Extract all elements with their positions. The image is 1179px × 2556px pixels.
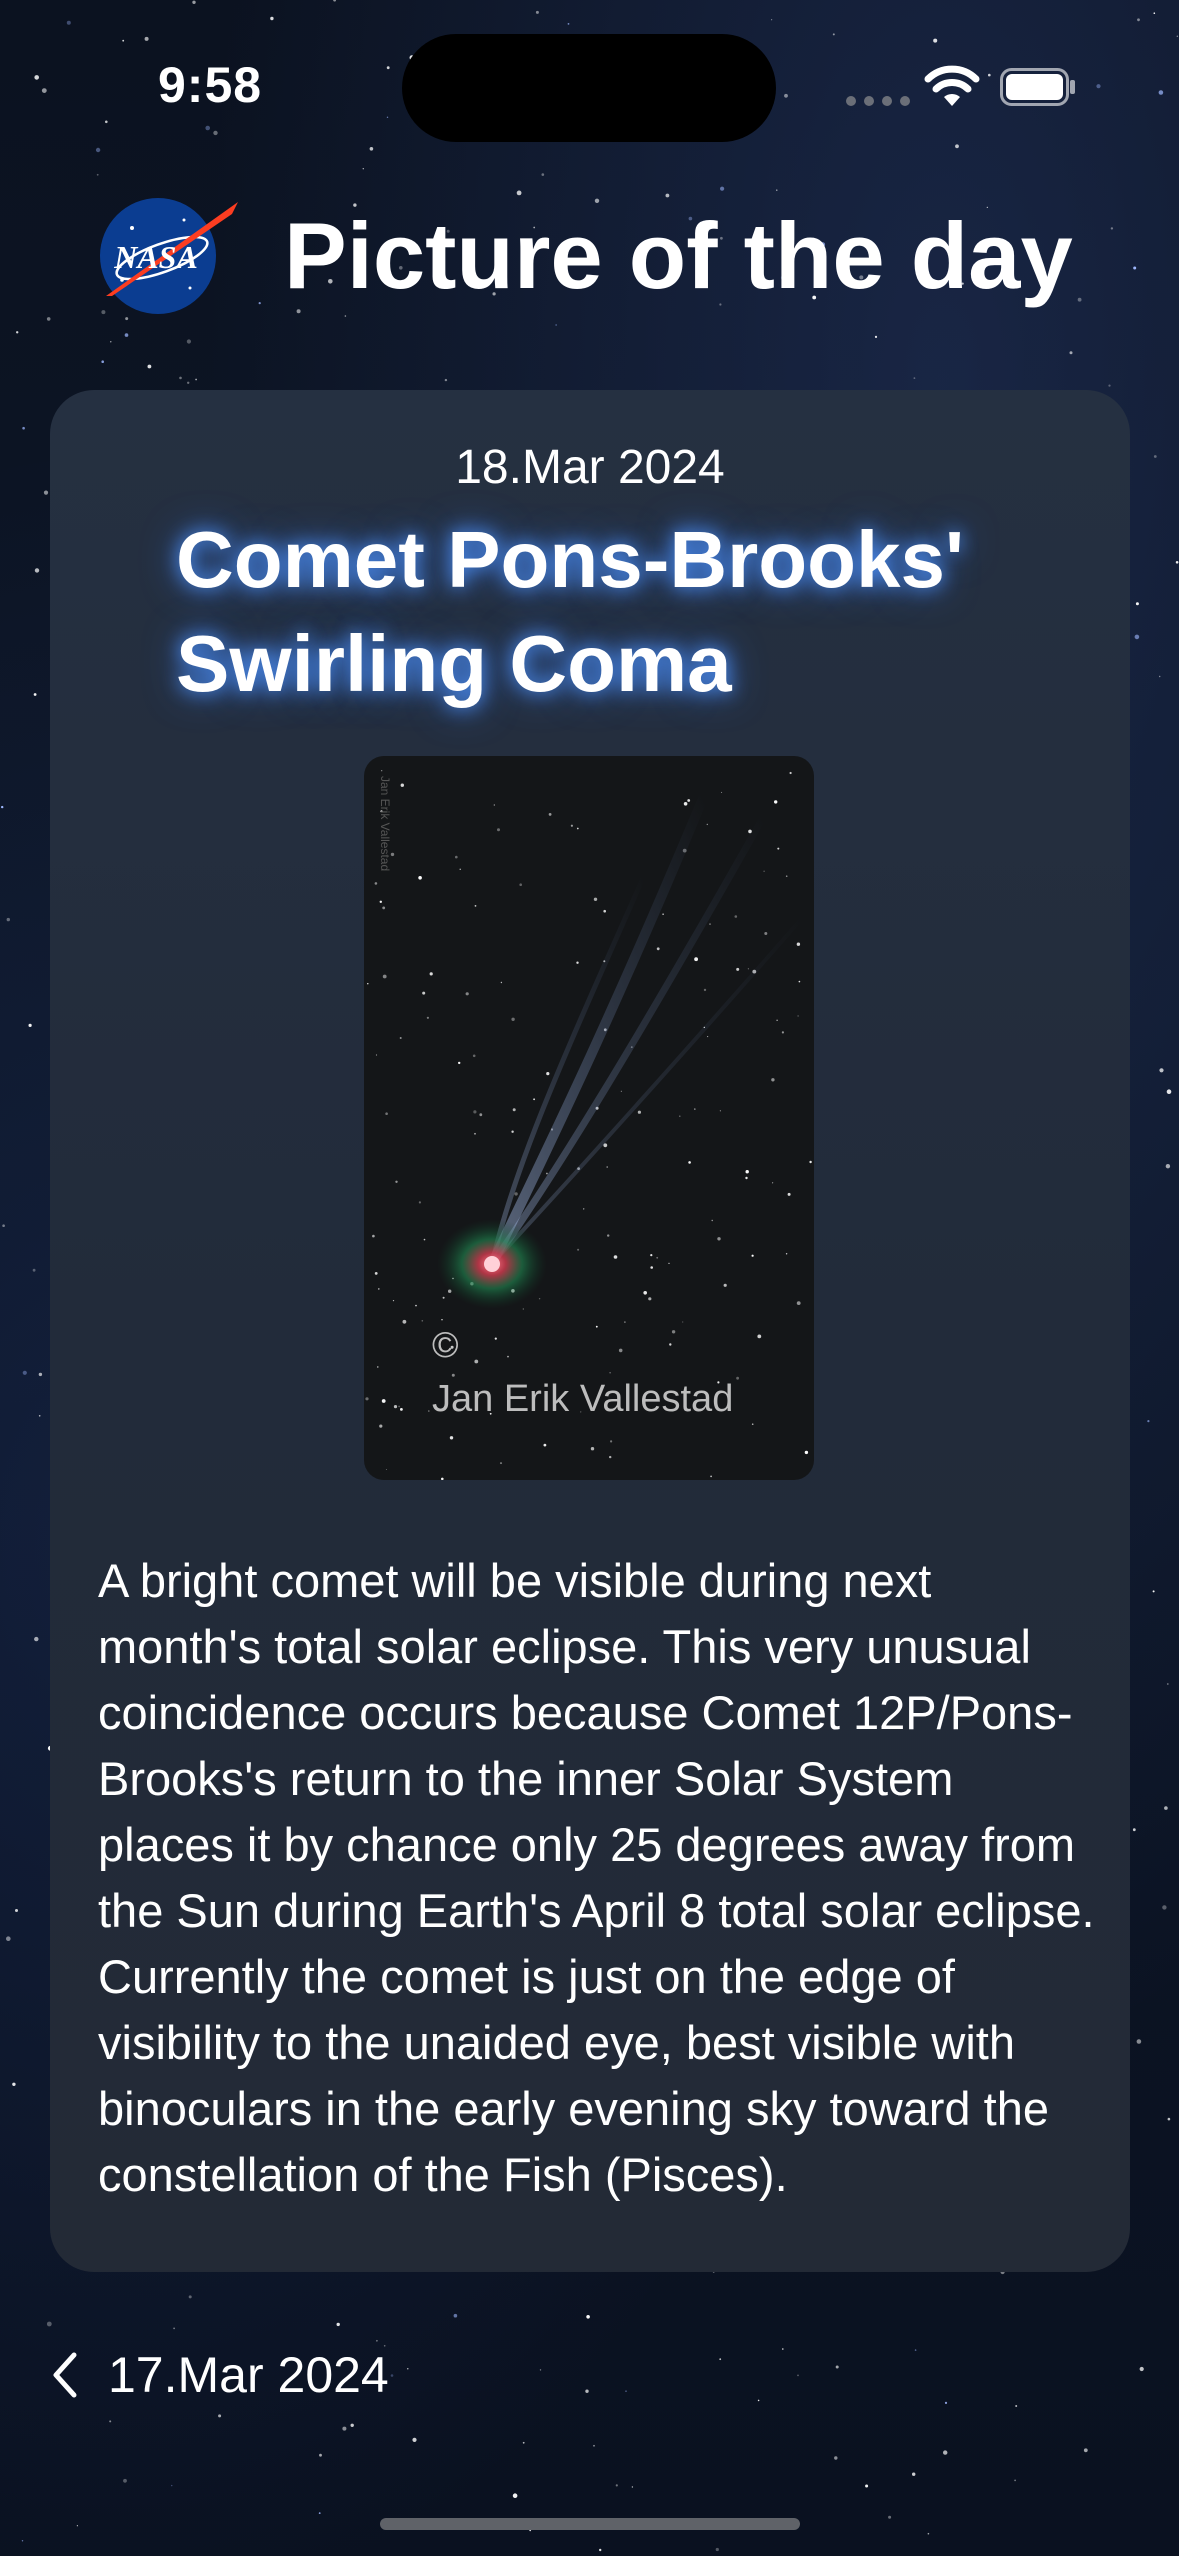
apod-image[interactable]: Jan Erik Vallestad © Jan Erik Vallestad [364,756,814,1480]
comet-photo [365,770,812,1480]
status-time: 9:58 [158,57,263,113]
battery-icon [1000,68,1075,106]
home-indicator[interactable] [380,2518,800,2530]
apod-card[interactable]: 18.Mar 2024 Comet Pons-Brooks' Swirling … [50,390,1130,2272]
apod-explanation: A bright comet will be visible during ne… [98,1554,1095,2201]
apod-date: 18.Mar 2024 [455,441,725,494]
photographer-credit: Jan Erik Vallestad [432,1378,734,1420]
apod-title: Comet Pons-Brooks' Swirling Coma [176,515,965,708]
wifi-icon [924,65,980,106]
nasa-logo: NASA [100,198,238,314]
cellular-signal-icon [846,96,910,106]
copyright-icon: © [432,1324,459,1365]
app-header: NASA Picture of the day [0,180,1179,340]
photo-watermark: Jan Erik Vallestad [378,776,392,872]
status-bar: 9:58 [0,0,1179,170]
previous-day-button[interactable]: 17.Mar 2024 [50,2330,389,2420]
dynamic-island [402,34,776,142]
chevron-left-icon [53,2352,77,2398]
previous-day-label: 17.Mar 2024 [108,2347,389,2403]
page-title: Picture of the day [284,203,1073,308]
nasa-logo-text: NASA [113,239,198,275]
